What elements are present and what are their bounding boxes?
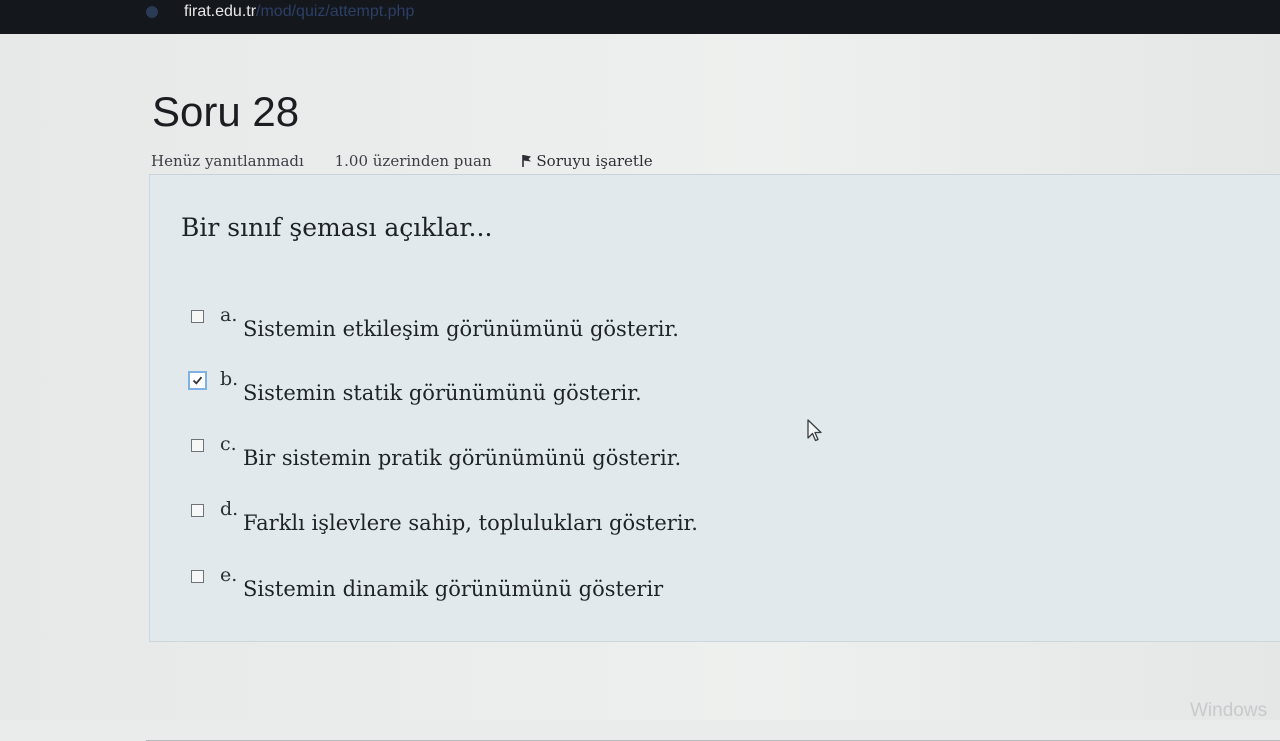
- option-text: Bir sistemin pratik görünümünü gösterir.: [243, 446, 682, 470]
- question-title: Soru 28: [152, 88, 300, 135]
- mouse-cursor-icon: [807, 419, 822, 442]
- option-letter: e.: [220, 564, 238, 586]
- flag-question-link[interactable]: Soruyu işaretle: [522, 152, 678, 170]
- question-status: Henüz yanıtlanmadı: [151, 152, 304, 170]
- checkbox-e[interactable]: [191, 570, 204, 583]
- option-letter: b.: [220, 368, 239, 390]
- option-letter: a.: [220, 304, 238, 326]
- question-info: Henüz yanıtlanmadı 1.00 üzerinden puan S…: [151, 152, 705, 170]
- option-text: Sistemin dinamik görünümünü gösterir: [243, 577, 664, 601]
- windows-watermark: Windows: [1190, 700, 1268, 721]
- checkbox-d[interactable]: [191, 504, 204, 517]
- checkmark-icon: [192, 376, 203, 385]
- question-box: Bir sınıf şeması açıklar... a. Sistemin …: [149, 174, 1280, 642]
- answer-option-a[interactable]: a. Sistemin etkileşim görünümünü gösteri…: [188, 304, 888, 348]
- option-text: Sistemin etkileşim görünümünü gösterir.: [243, 317, 679, 341]
- checkbox-b[interactable]: [188, 371, 207, 390]
- question-text: Bir sınıf şeması açıklar...: [181, 213, 493, 242]
- option-text: Farklı işlevlere sahip, toplulukları gös…: [243, 511, 698, 535]
- answer-option-d[interactable]: d. Farklı işlevlere sahip, toplulukları …: [188, 498, 888, 542]
- flag-question-label: Soruyu işaretle: [536, 152, 653, 170]
- option-text: Sistemin statik görünümünü gösterir.: [243, 381, 642, 405]
- answer-option-c[interactable]: c. Bir sistemin pratik görünümünü göster…: [188, 433, 888, 477]
- answer-option-e[interactable]: e. Sistemin dinamik görünümünü gösterir: [188, 564, 888, 608]
- option-letter: c.: [220, 433, 237, 455]
- checkbox-c[interactable]: [191, 439, 204, 452]
- url-path: /mod/quiz/attempt.php: [256, 3, 415, 20]
- browser-address-bar: firat.edu.tr/mod/quiz/attempt.php: [0, 0, 1280, 34]
- flag-icon: [522, 155, 532, 167]
- site-info-icon[interactable]: [146, 6, 158, 18]
- option-letter: d.: [220, 498, 239, 520]
- checkbox-a[interactable]: [191, 310, 204, 323]
- answer-option-b[interactable]: b. Sistemin statik görünümünü gösterir.: [188, 368, 888, 412]
- quiz-page: Soru 28 Henüz yanıtlanmadı 1.00 üzerinde…: [0, 34, 1280, 741]
- url-text[interactable]: firat.edu.tr/mod/quiz/attempt.php: [184, 3, 414, 21]
- question-points: 1.00 üzerinden puan: [334, 152, 492, 170]
- url-domain: firat.edu.tr: [184, 3, 257, 20]
